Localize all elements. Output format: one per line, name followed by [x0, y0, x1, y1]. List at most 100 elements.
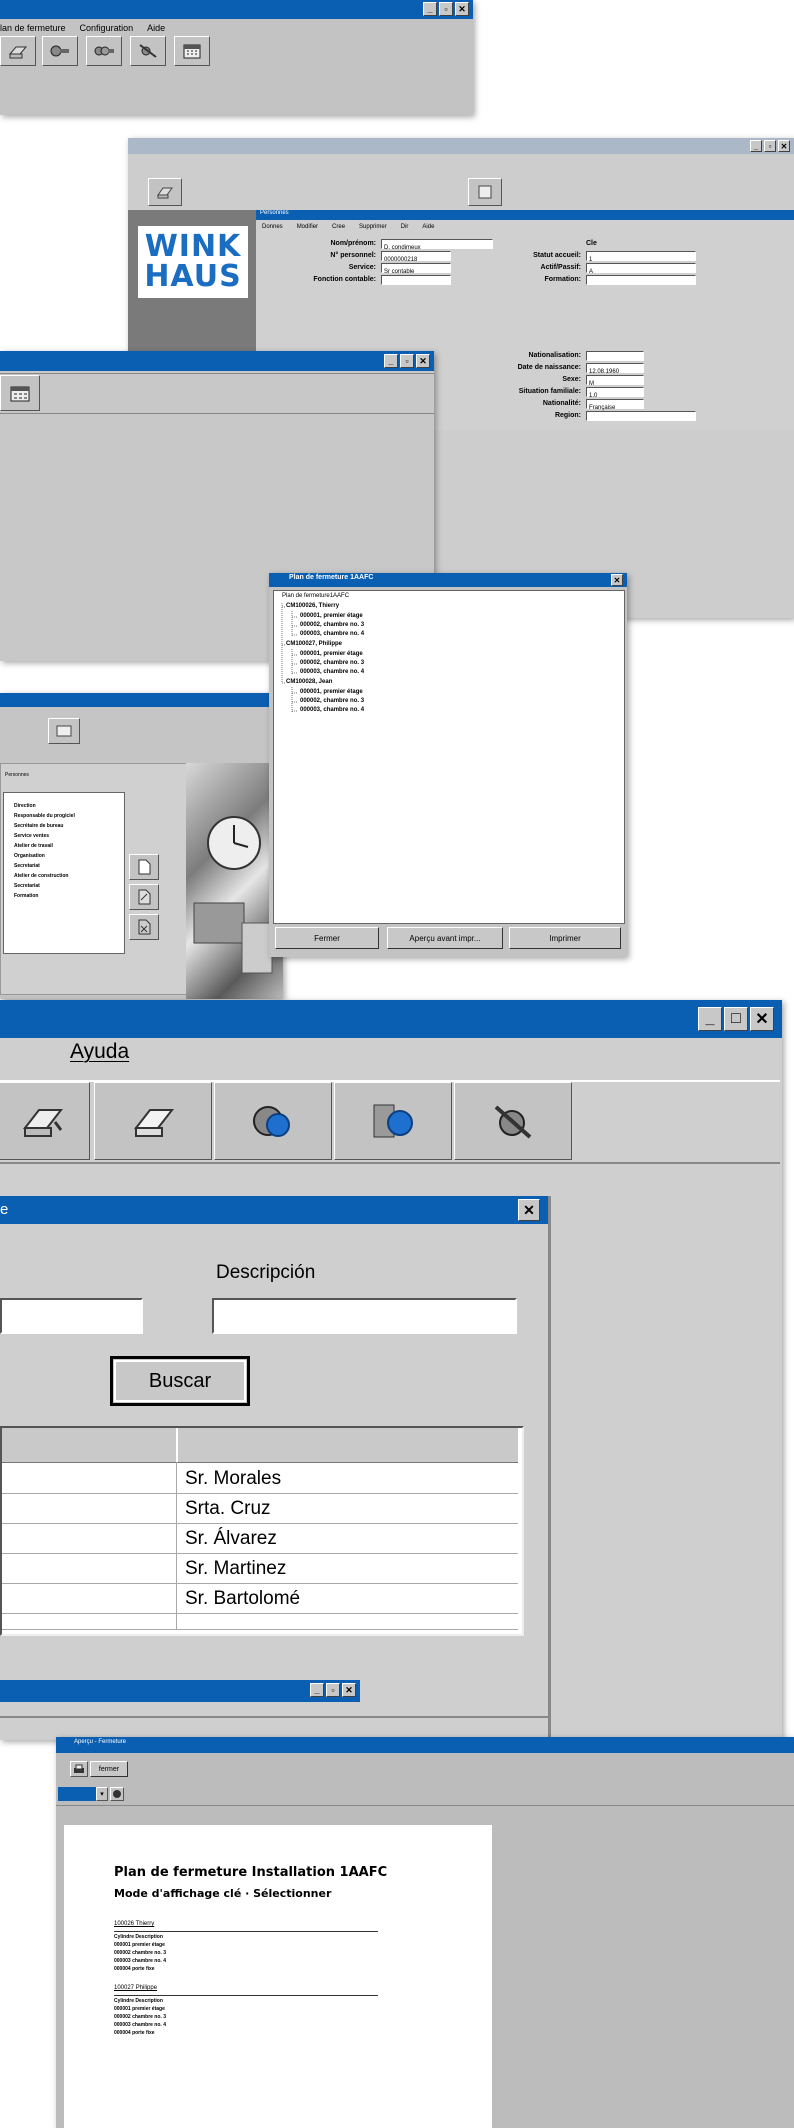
table-row[interactable]: Srta. Cruz [2, 1494, 518, 1524]
tree-item[interactable]: 000001, premier étage [300, 689, 363, 695]
menu-configuration[interactable]: Configuration [80, 23, 134, 33]
table-row[interactable]: Sr. Álvarez [2, 1524, 518, 1554]
tree-item[interactable]: 000002, chambre no. 3 [300, 622, 364, 628]
tree-item[interactable]: 000001, premier étage [300, 651, 363, 657]
table-row[interactable] [2, 1614, 518, 1630]
title-bar [0, 693, 283, 707]
menu-supprimer[interactable]: Supprimer [359, 224, 387, 230]
fermer-button[interactable]: Fermer [275, 927, 379, 949]
left-search-field[interactable] [0, 1298, 143, 1334]
print-tool-button[interactable] [70, 1761, 88, 1777]
print-tool-button[interactable] [148, 178, 182, 206]
tree-item[interactable]: 000002, chambre no. 3 [300, 698, 364, 704]
minimize-button[interactable]: _ [423, 2, 437, 16]
list-item[interactable]: Atelier de travail [14, 843, 53, 849]
close-button[interactable]: ✕ [416, 354, 430, 368]
key-tool-button[interactable] [214, 1082, 332, 1160]
nationality-field[interactable]: Française [586, 399, 644, 411]
service-field[interactable]: Sr contable [381, 263, 451, 275]
keys-tool-button[interactable] [334, 1082, 452, 1160]
disabled-key-tool-button[interactable] [454, 1082, 572, 1160]
menu-bar: lan de fermeture Configuration Aide [0, 21, 473, 35]
calendar-tool-button[interactable] [174, 36, 210, 66]
field-label: Sexe: [562, 376, 581, 383]
tree-item[interactable]: 000003, chambre no. 4 [300, 669, 364, 675]
title-bar: e ✕ [0, 1196, 548, 1224]
disabled-key-tool-button[interactable] [130, 36, 166, 66]
menu-aide[interactable]: Aide [422, 224, 434, 230]
imprimer-button[interactable]: Imprimer [509, 927, 621, 949]
table-row[interactable]: Sr. Martinez [2, 1554, 518, 1584]
menu-dir[interactable]: Dir [401, 224, 409, 230]
list-item[interactable]: Organisation [14, 853, 45, 859]
list-item[interactable]: Direction [14, 803, 36, 809]
close-button[interactable]: ✕ [342, 1683, 356, 1697]
edit-document-button[interactable] [129, 884, 159, 910]
region-field[interactable] [586, 411, 696, 421]
list-item[interactable]: Atelier de construction [14, 873, 68, 879]
restore-button[interactable]: ▫ [764, 140, 776, 152]
list-item[interactable]: Responsable du progiciel [14, 813, 75, 819]
page-tool-button[interactable] [110, 1787, 124, 1801]
table-row[interactable]: Sr. Bartolomé [2, 1584, 518, 1614]
birthdate-field[interactable]: 12.08.1960 [586, 363, 644, 375]
minimize-button[interactable]: _ [698, 1007, 722, 1031]
close-button[interactable]: ✕ [778, 140, 790, 152]
list-item[interactable]: Secretariat [14, 863, 40, 869]
list-item[interactable]: Formation [14, 893, 38, 899]
tree-item[interactable]: 000001, premier étage [300, 613, 363, 619]
minimize-button[interactable]: _ [384, 354, 398, 368]
doc-subtitle: Mode d'affichage clé · Sélectionner [114, 1887, 332, 1900]
document-tool-button[interactable] [48, 718, 80, 744]
menu-plan[interactable]: lan de fermeture [0, 23, 66, 33]
menu-donnes[interactable]: Donnes [262, 224, 283, 230]
nationalisation-field[interactable] [586, 351, 644, 361]
list-tool-button[interactable] [468, 178, 502, 206]
statut-field[interactable]: 1 [586, 251, 696, 263]
new-document-button[interactable] [129, 854, 159, 880]
printer-tool-button[interactable] [0, 36, 36, 66]
apercu-button[interactable]: Aperçu avant impr... [387, 927, 503, 949]
zoom-dropdown-button[interactable]: ▾ [96, 1787, 108, 1801]
tree-item[interactable]: 000003, chambre no. 4 [300, 707, 364, 713]
calendar-tool-button[interactable] [0, 375, 40, 411]
keys-tool-button[interactable] [86, 36, 122, 66]
menu-aide[interactable]: Aide [147, 23, 165, 33]
descripcion-field[interactable] [212, 1298, 517, 1334]
name-field[interactable]: D. condimeux [381, 239, 493, 251]
list-item[interactable]: Service ventes [14, 833, 49, 839]
disabled-key-icon [139, 44, 157, 58]
tree-item[interactable]: 000003, chambre no. 4 [300, 631, 364, 637]
field-label: N° personnel: [330, 252, 376, 259]
formation-field[interactable] [586, 275, 696, 285]
minimize-button[interactable]: _ [750, 140, 762, 152]
menu-cree[interactable]: Cree [332, 224, 345, 230]
list-item[interactable]: Secretariat [14, 883, 40, 889]
maximize-button[interactable]: □ [724, 1007, 748, 1031]
restore-button[interactable]: ▫ [400, 354, 414, 368]
actif-field[interactable]: A [586, 263, 696, 275]
delete-document-button[interactable] [129, 914, 159, 940]
close-button[interactable]: ✕ [455, 2, 469, 16]
close-button[interactable]: ✕ [750, 1007, 774, 1031]
minimize-button[interactable]: _ [310, 1683, 324, 1697]
tree-item[interactable]: 000002, chambre no. 3 [300, 660, 364, 666]
printer-tool-button[interactable] [94, 1082, 212, 1160]
table-row[interactable]: Sr. Morales [2, 1464, 518, 1494]
close-button[interactable]: ✕ [611, 574, 623, 586]
zoom-select[interactable] [58, 1787, 96, 1801]
personnel-number-field[interactable]: 0000000218 [381, 251, 451, 263]
restore-button[interactable]: ▫ [439, 2, 453, 16]
list-item[interactable]: Secrétaire de bureau [14, 823, 63, 829]
key-tool-button[interactable] [42, 36, 78, 66]
close-button[interactable]: ✕ [518, 1199, 540, 1221]
sexe-field[interactable]: M [586, 375, 644, 387]
fermer-button[interactable]: fermer [90, 1761, 128, 1777]
menu-modifier[interactable]: Modifier [297, 224, 318, 230]
situation-field[interactable]: 1.0 [586, 387, 644, 399]
menu-ayuda[interactable]: Ayuda [70, 1040, 129, 1064]
buscar-button[interactable]: Buscar [110, 1356, 250, 1406]
function-field[interactable] [381, 275, 451, 285]
print-preview-tool-button[interactable] [0, 1082, 90, 1160]
restore-button[interactable]: ▫ [326, 1683, 340, 1697]
